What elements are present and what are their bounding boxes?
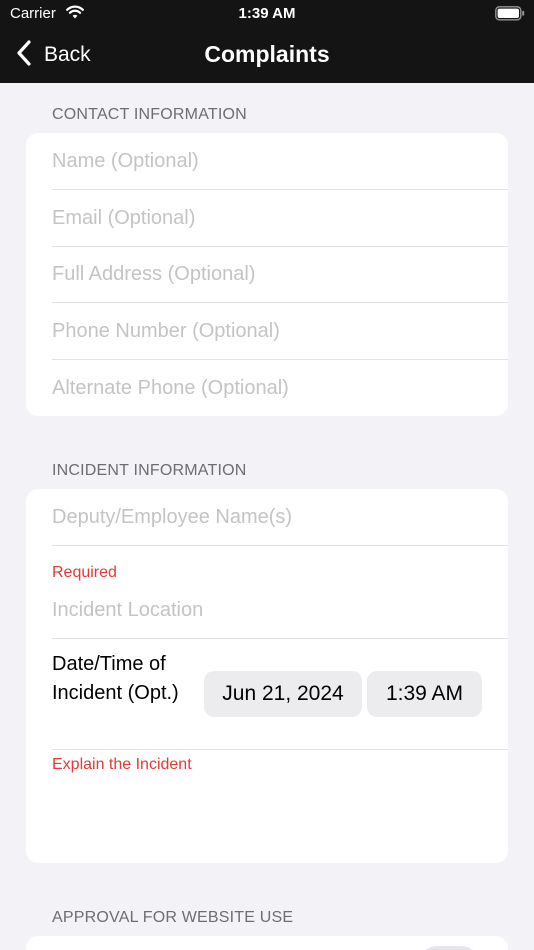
datetime-row: Date/Time of Incident (Opt.) Jun 21, 202… <box>26 638 508 750</box>
incident-section-header: INCIDENT INFORMATION <box>52 462 247 479</box>
status-time: 1:39 AM <box>238 5 296 22</box>
address-row <box>26 246 508 303</box>
alternate-phone-field[interactable] <box>52 360 492 416</box>
name-row <box>26 133 508 190</box>
phone-field[interactable] <box>52 303 492 359</box>
email-field[interactable] <box>52 190 492 246</box>
navigation-bar: Carrier 1:39 AM Back Complaints <box>0 0 534 83</box>
location-row <box>26 582 508 639</box>
approval-card <box>26 936 508 950</box>
datetime-label: Date/Time of Incident (Opt.) <box>52 653 179 704</box>
divider <box>52 545 508 546</box>
divider <box>52 749 508 750</box>
incident-card: Required Date/Time of Incident (Opt.) Ju… <box>26 489 508 863</box>
name-field[interactable] <box>52 133 492 189</box>
status-bar: Carrier 1:39 AM <box>0 0 534 28</box>
location-required-label: Required <box>52 564 117 581</box>
employee-row <box>26 489 508 546</box>
employee-name-field[interactable] <box>52 489 492 545</box>
page-title: Complaints <box>204 41 330 67</box>
address-field[interactable] <box>52 246 492 302</box>
contact-section-header: CONTACT INFORMATION <box>52 106 247 123</box>
battery-icon <box>495 6 525 26</box>
email-row <box>26 190 508 247</box>
alternate-phone-row <box>26 360 508 416</box>
incident-explanation-textarea[interactable] <box>52 784 492 854</box>
time-picker-button[interactable]: 1:39 AM <box>367 671 482 717</box>
explain-required-label: Explain the Incident <box>52 756 192 773</box>
phone-row <box>26 303 508 360</box>
date-picker-button[interactable]: Jun 21, 2024 <box>204 671 362 717</box>
approval-toggle[interactable] <box>418 946 480 950</box>
approval-section-header: APPROVAL FOR WEBSITE USE <box>52 909 294 926</box>
contact-card <box>26 133 508 416</box>
incident-location-field[interactable] <box>52 582 492 638</box>
